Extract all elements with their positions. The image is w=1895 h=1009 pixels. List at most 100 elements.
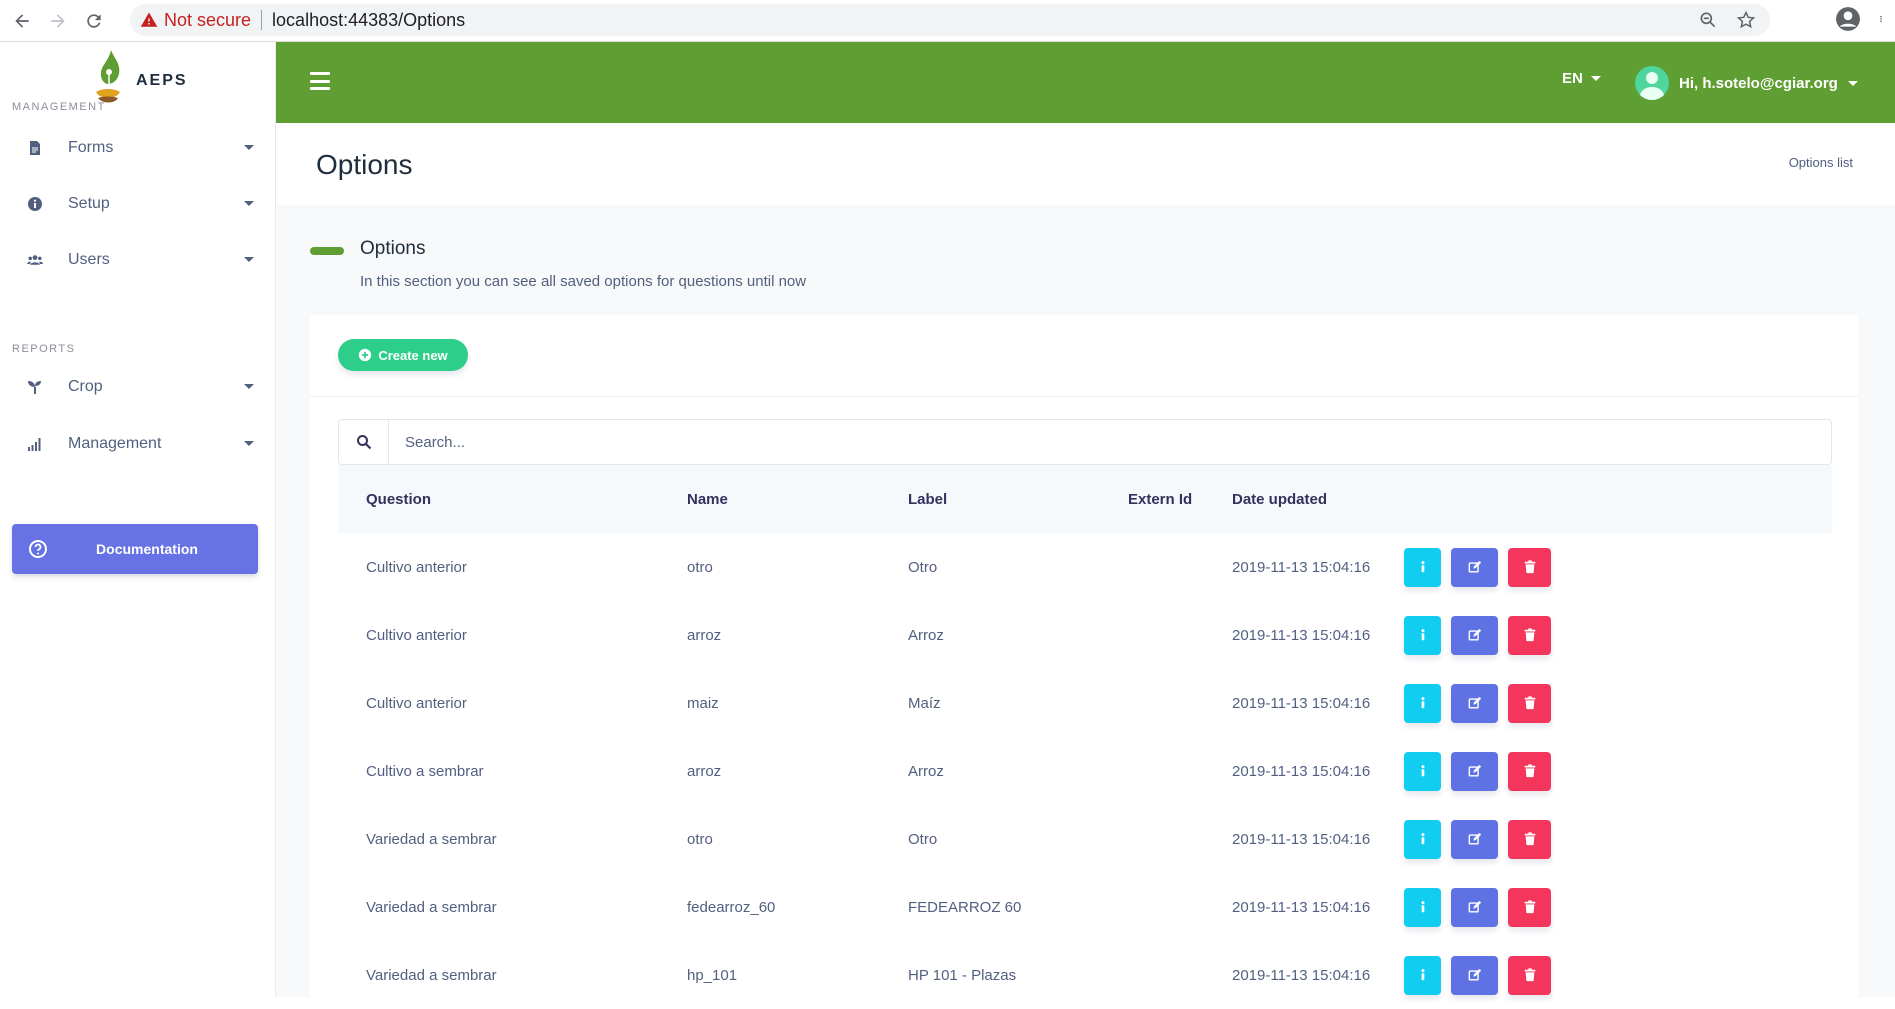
sidebar-item-setup[interactable]: Setup — [0, 182, 276, 226]
cell-date-updated: 2019-11-13 15:04:16 — [1232, 694, 1371, 712]
cell-extern-id — [1100, 669, 1204, 737]
trash-icon — [1524, 628, 1535, 642]
column-header-name[interactable]: Name — [659, 465, 880, 533]
info-circle-icon — [26, 195, 44, 213]
edit-button[interactable] — [1451, 615, 1498, 655]
url-text[interactable]: localhost:44383/Options — [272, 10, 465, 31]
search-box — [338, 419, 1832, 465]
cell-name: arroz — [687, 626, 722, 644]
column-header-date-updated[interactable]: Date updated — [1204, 465, 1386, 533]
cell-extern-id — [1100, 601, 1204, 669]
info-button[interactable] — [1404, 683, 1441, 723]
breadcrumb[interactable]: Options list — [1789, 155, 1853, 170]
info-button[interactable] — [1404, 751, 1441, 791]
trash-icon — [1524, 764, 1535, 778]
info-icon — [1421, 833, 1424, 845]
edit-icon — [1468, 696, 1481, 709]
security-warning[interactable]: Not secure — [140, 10, 251, 31]
column-header-question[interactable]: Question — [338, 465, 659, 533]
table-row: Cultivo anterior maiz Maíz 2019-11-13 15:04… — [338, 669, 1832, 737]
chevron-down-icon — [1847, 80, 1858, 86]
cell-question: Cultivo anterior — [366, 694, 467, 712]
profile-icon[interactable] — [1835, 6, 1861, 32]
cell-label: Maíz — [908, 694, 941, 712]
plus-circle-icon — [359, 348, 372, 362]
cell-extern-id — [1100, 805, 1204, 873]
search-icon — [339, 420, 389, 464]
sidebar-item-forms[interactable]: Forms — [0, 126, 276, 170]
create-new-button[interactable]: Create new — [338, 339, 468, 371]
sidebar-item-management[interactable]: Management — [0, 422, 276, 466]
info-button[interactable] — [1404, 615, 1441, 655]
options-table: Question Name Label Extern Id Date updat… — [338, 465, 1832, 1009]
info-button[interactable] — [1404, 547, 1441, 587]
brand[interactable]: AEPS — [92, 48, 188, 113]
zoom-icon[interactable] — [1698, 10, 1718, 30]
edit-button[interactable] — [1451, 887, 1498, 927]
hamburger-menu-icon[interactable] — [310, 72, 330, 90]
cell-name: maiz — [687, 694, 719, 712]
main-content: Options In this section you can see all … — [276, 205, 1895, 997]
cell-name: otro — [687, 558, 713, 576]
star-icon[interactable] — [1736, 10, 1756, 30]
cell-extern-id — [1100, 737, 1204, 805]
info-icon — [1421, 561, 1424, 573]
browser-toolbar: Not secure localhost:44383/Options — [0, 0, 1895, 42]
documentation-button[interactable]: Documentation — [12, 524, 258, 574]
cell-date-updated: 2019-11-13 15:04:16 — [1232, 626, 1371, 644]
info-icon — [1421, 765, 1424, 777]
delete-button[interactable] — [1508, 955, 1551, 995]
cell-date-updated: 2019-11-13 15:04:16 — [1232, 558, 1371, 576]
forward-button[interactable] — [44, 7, 72, 35]
info-button[interactable] — [1404, 955, 1441, 995]
edit-button[interactable] — [1451, 751, 1498, 791]
table-body: Cultivo anterior otro Otro 2019-11-13 15:04… — [338, 533, 1832, 1009]
section-title: Options — [360, 238, 426, 259]
edit-icon — [1468, 764, 1481, 777]
delete-button[interactable] — [1508, 887, 1551, 927]
delete-button[interactable] — [1508, 751, 1551, 791]
delete-button[interactable] — [1508, 819, 1551, 859]
edit-button[interactable] — [1451, 955, 1498, 995]
chevron-down-icon — [244, 257, 254, 262]
documentation-label: Documentation — [96, 541, 198, 557]
address-bar[interactable]: Not secure localhost:44383/Options — [130, 4, 1770, 36]
cell-name: otro — [687, 830, 713, 848]
back-button[interactable] — [8, 7, 36, 35]
info-button[interactable] — [1404, 887, 1441, 927]
sidebar-item-label: Setup — [68, 195, 110, 212]
edit-button[interactable] — [1451, 683, 1498, 723]
menu-kebab-icon[interactable] — [1877, 6, 1885, 32]
chevron-down-icon — [244, 441, 254, 446]
cell-name: fedearroz_60 — [687, 898, 776, 916]
search-input[interactable] — [389, 433, 1831, 451]
reload-button[interactable] — [80, 7, 108, 35]
column-header-extern-id[interactable]: Extern Id — [1100, 465, 1204, 533]
cell-name: hp_101 — [687, 966, 738, 984]
sidebar-item-users[interactable]: Users — [0, 238, 276, 282]
column-header-label[interactable]: Label — [880, 465, 1100, 533]
delete-button[interactable] — [1508, 683, 1551, 723]
arrow-right-icon — [51, 13, 65, 28]
user-dropdown[interactable]: Hi, h.sotelo@cgiar.org — [1635, 66, 1858, 100]
cell-label: Otro — [908, 830, 938, 848]
cell-question: Cultivo a sembrar — [366, 762, 484, 780]
delete-button[interactable] — [1508, 547, 1551, 587]
sidebar: AEPS MANAGEMENT Forms Setup Users REPORT… — [0, 42, 276, 997]
language-dropdown[interactable]: EN — [1562, 70, 1601, 87]
trash-icon — [1524, 696, 1535, 710]
info-icon — [1421, 629, 1424, 641]
row-actions — [1386, 669, 1832, 737]
signal-bars-icon — [26, 435, 44, 453]
edit-button[interactable] — [1451, 819, 1498, 859]
row-actions — [1386, 737, 1832, 805]
info-button[interactable] — [1404, 819, 1441, 859]
delete-button[interactable] — [1508, 615, 1551, 655]
management-section-label: MANAGEMENT — [12, 101, 106, 113]
table-row: Cultivo anterior arroz Arroz 2019-11-13 15:… — [338, 601, 1832, 669]
edit-button[interactable] — [1451, 547, 1498, 587]
user-greeting: Hi, h.sotelo@cgiar.org — [1679, 74, 1838, 92]
brand-name: AEPS — [136, 71, 188, 89]
edit-icon — [1468, 968, 1481, 981]
sidebar-item-crop[interactable]: Crop — [0, 365, 276, 409]
